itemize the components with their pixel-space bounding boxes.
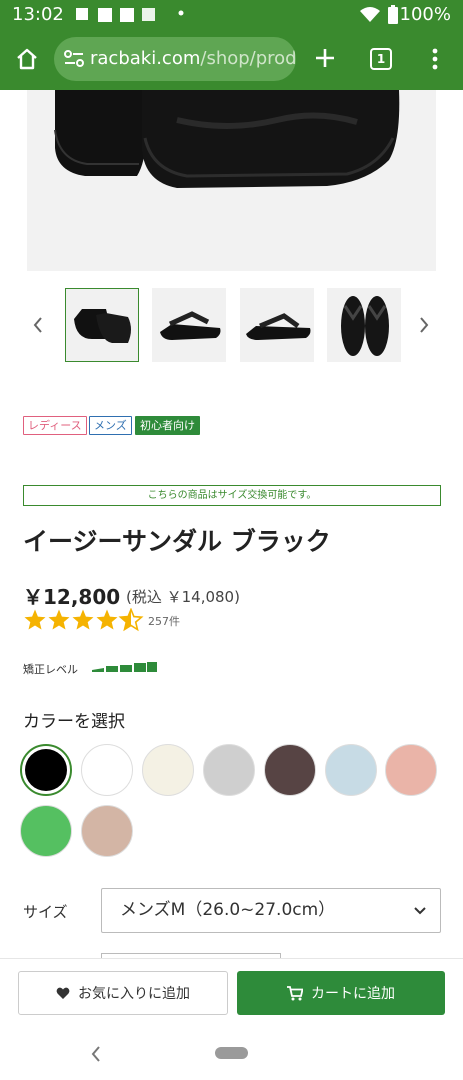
- tab-count: 1: [376, 52, 386, 66]
- site-settings-icon[interactable]: [64, 50, 84, 68]
- battery-icon: [388, 5, 398, 24]
- color-swatch-light-gray[interactable]: [203, 744, 255, 796]
- dot-icon: [178, 10, 184, 16]
- review-count[interactable]: 257件: [148, 613, 180, 629]
- home-icon[interactable]: [15, 47, 39, 71]
- browser-toolbar: racbaki.com/shop/prodi 1: [0, 30, 463, 90]
- thumbnail-4[interactable]: [327, 288, 401, 362]
- tag-ladies: レディース: [23, 416, 87, 435]
- chevron-down-icon: [414, 907, 426, 915]
- url-text: racbaki.com/shop/prodi: [90, 48, 296, 69]
- back-icon[interactable]: [90, 1045, 102, 1063]
- color-section-heading: カラーを選択: [23, 712, 125, 732]
- color-swatch-beige[interactable]: [81, 805, 133, 857]
- star-icon: [48, 609, 70, 630]
- more-icon[interactable]: [431, 47, 439, 71]
- bottom-action-bar: お気に入りに追加 カートに追加: [0, 958, 463, 1028]
- correction-level-meter: [92, 662, 157, 672]
- wifi-icon: [360, 7, 380, 22]
- product-main-image[interactable]: [27, 90, 436, 271]
- system-navigation-bar: [0, 1028, 463, 1080]
- color-swatch-black[interactable]: [20, 744, 72, 796]
- color-swatch-pink[interactable]: [385, 744, 437, 796]
- star-half-icon: [119, 608, 143, 631]
- star-icon: [72, 609, 94, 630]
- product-price-tax: (税込 ￥14,080): [126, 588, 240, 606]
- favorite-label: お気に入りに追加: [78, 986, 190, 1002]
- size-selected-value: メンズM（26.0~27.0cm）: [120, 900, 336, 920]
- battery-percent: 100%: [399, 4, 451, 25]
- url-host: racbaki.com: [90, 48, 201, 69]
- tab-switcher-button[interactable]: 1: [370, 48, 392, 70]
- star-icon: [96, 609, 118, 630]
- chevron-right-icon[interactable]: [418, 316, 430, 334]
- chevron-left-icon[interactable]: [32, 316, 44, 334]
- color-swatch-white[interactable]: [81, 744, 133, 796]
- address-bar[interactable]: racbaki.com/shop/prodi: [54, 37, 296, 81]
- thumbnail-3[interactable]: [240, 288, 314, 362]
- url-path: /shop/prodi: [200, 48, 296, 69]
- cart-label: カートに追加: [311, 986, 395, 1002]
- size-select[interactable]: メンズM（26.0~27.0cm）: [101, 888, 441, 933]
- thumbnail-2[interactable]: [152, 288, 226, 362]
- add-to-favorites-button[interactable]: お気に入りに追加: [18, 971, 228, 1015]
- color-swatch-green[interactable]: [20, 805, 72, 857]
- color-swatch-dark-brown[interactable]: [264, 744, 316, 796]
- thumbnail-1[interactable]: [65, 288, 139, 362]
- exchange-notice: こちらの商品はサイズ交換可能です。: [23, 485, 441, 506]
- rating-stars: [24, 608, 143, 631]
- tag-mens: メンズ: [89, 416, 132, 435]
- color-swatch-ivory[interactable]: [142, 744, 194, 796]
- color-swatch-light-blue[interactable]: [325, 744, 377, 796]
- heart-icon: [56, 987, 70, 999]
- add-to-cart-button[interactable]: カートに追加: [237, 971, 445, 1015]
- tag-beginner: 初心者向け: [135, 416, 200, 435]
- plus-icon[interactable]: [314, 47, 336, 69]
- home-pill-icon[interactable]: [215, 1047, 248, 1059]
- product-price: ￥12,800: [23, 585, 121, 609]
- product-title: イージーサンダル ブラック: [23, 527, 331, 556]
- star-icon: [24, 609, 46, 630]
- size-label: サイズ: [23, 903, 68, 921]
- status-time: 13:02: [12, 4, 64, 25]
- notification-icons: [76, 8, 155, 22]
- correction-level-label: 矯正レベル: [23, 663, 78, 676]
- status-bar: 13:02 100%: [0, 0, 463, 30]
- cart-icon: [287, 985, 303, 1000]
